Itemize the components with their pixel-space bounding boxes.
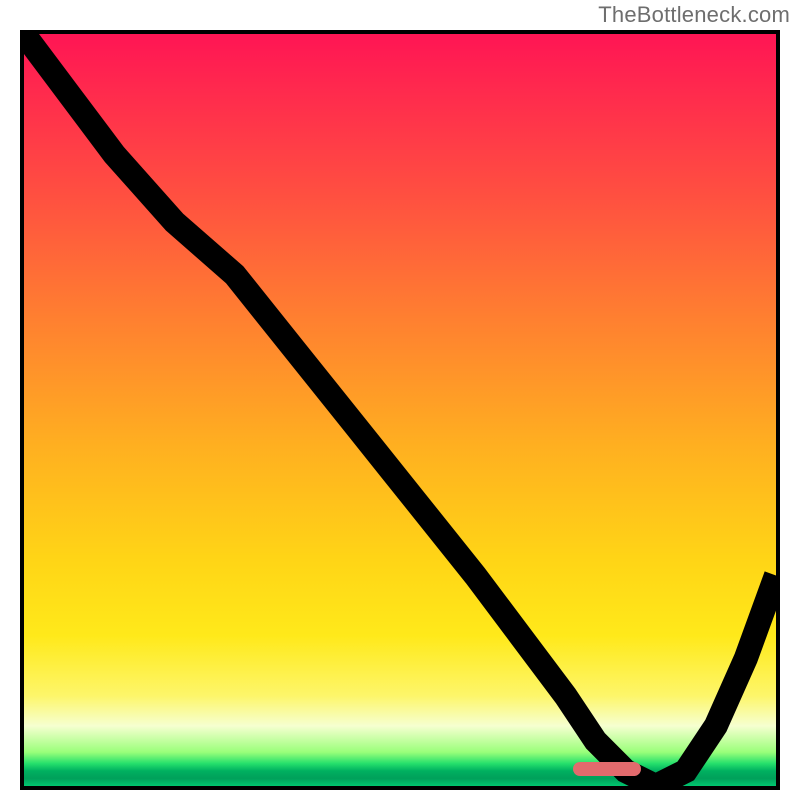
plot-frame <box>20 30 780 790</box>
optimal-region-marker <box>573 762 641 776</box>
watermark-text: TheBottleneck.com <box>598 2 790 28</box>
bottleneck-curve <box>24 34 776 786</box>
chart-stage: TheBottleneck.com <box>0 0 800 800</box>
